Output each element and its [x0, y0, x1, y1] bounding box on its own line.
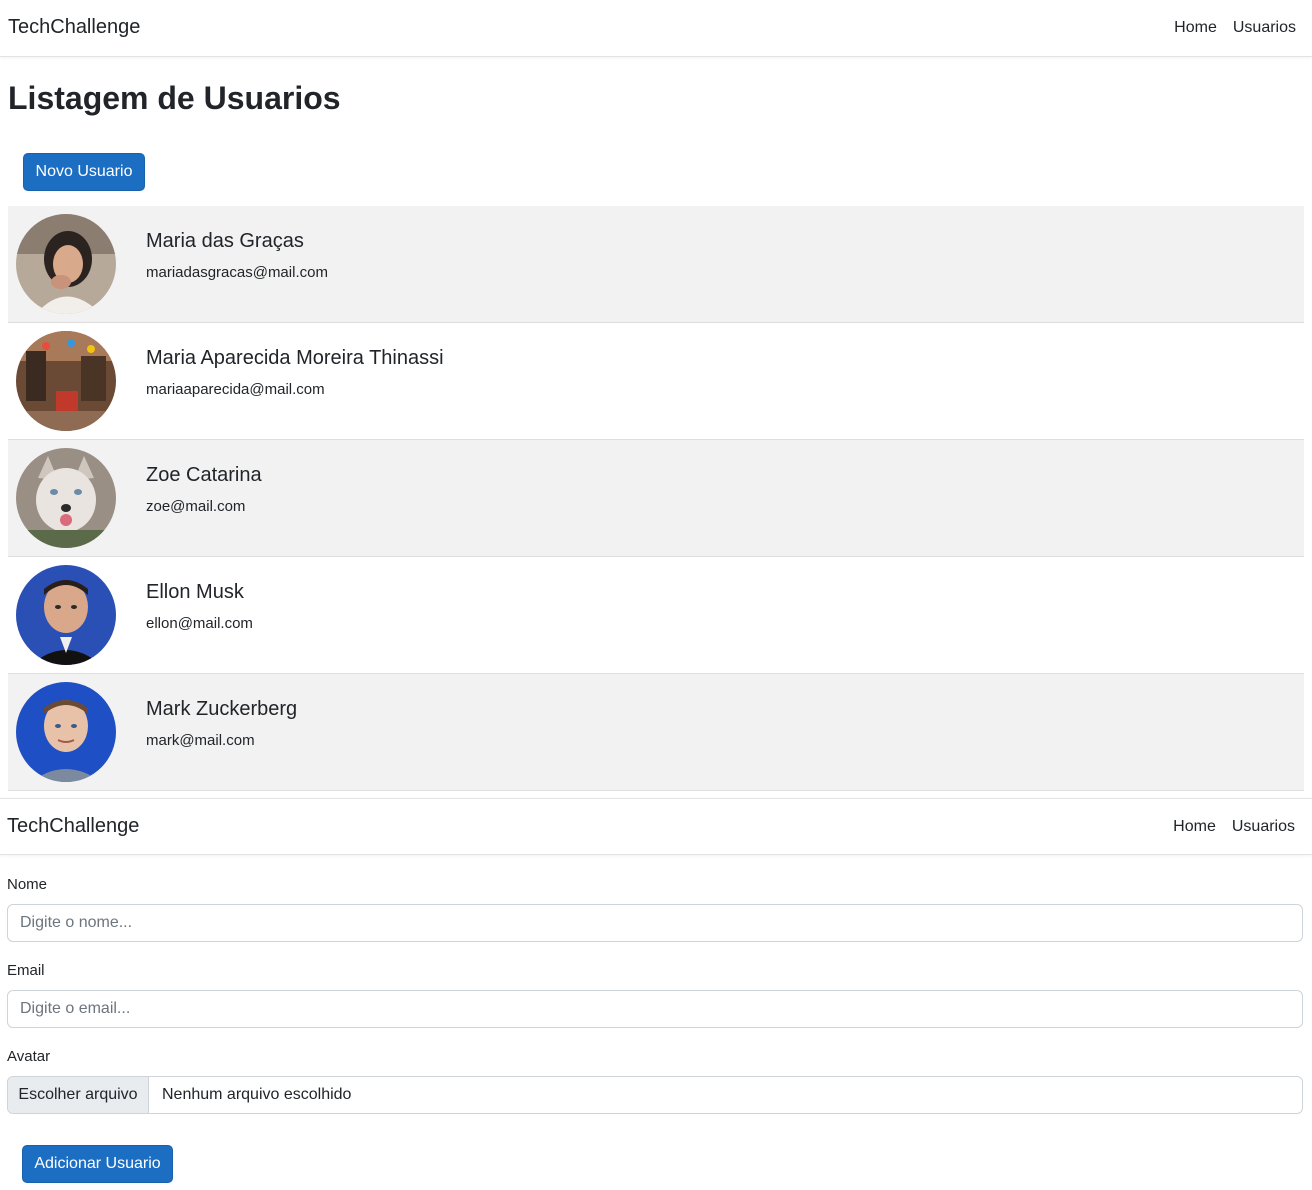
user-photo-icon — [16, 214, 116, 314]
avatar-label: Avatar — [7, 1048, 51, 1065]
nav-link-home[interactable]: Home — [1173, 818, 1216, 836]
list-item[interactable]: Maria Aparecida Moreira Thinassi mariaap… — [8, 323, 1304, 440]
avatar — [16, 331, 116, 431]
user-name: Ellon Musk — [146, 581, 244, 603]
avatar — [16, 214, 116, 314]
navbar-links: Home Usuarios — [1174, 19, 1296, 37]
user-name: Maria Aparecida Moreira Thinassi — [146, 347, 444, 369]
nav-link-usuarios[interactable]: Usuarios — [1232, 818, 1295, 836]
list-item[interactable]: Maria das Graças mariadasgracas@mail.com — [8, 206, 1304, 323]
list-item[interactable]: Mark Zuckerberg mark@mail.com — [8, 674, 1304, 791]
second-navbar: TechChallenge Home Usuarios — [0, 798, 1312, 855]
page-title: Listagem de Usuarios — [8, 80, 341, 116]
navbar-brand[interactable]: TechChallenge — [7, 815, 139, 838]
avatar — [16, 565, 116, 665]
add-user-button[interactable]: Adicionar Usuario — [22, 1145, 173, 1183]
user-name: Maria das Graças — [146, 230, 304, 252]
user-photo-icon — [16, 331, 116, 431]
user-photo-icon — [16, 682, 116, 782]
user-email: mariaaparecida@mail.com — [146, 381, 325, 398]
nome-label: Nome — [7, 876, 48, 893]
avatar-file-input[interactable]: Escolher arquivo Nenhum arquivo escolhid… — [7, 1076, 1303, 1114]
avatar — [16, 448, 116, 548]
user-name: Mark Zuckerberg — [146, 698, 298, 720]
user-list: Maria das Graças mariadasgracas@mail.com… — [8, 206, 1304, 791]
avatar — [16, 682, 116, 782]
user-name: Zoe Catarina — [146, 464, 262, 486]
user-email: ellon@mail.com — [146, 615, 253, 632]
user-photo-icon — [16, 565, 116, 665]
navbar-links: Home Usuarios — [1173, 818, 1295, 836]
top-navbar: TechChallenge Home Usuarios — [0, 0, 1312, 57]
user-email: mark@mail.com — [146, 732, 255, 749]
list-item[interactable]: Ellon Musk ellon@mail.com — [8, 557, 1304, 674]
user-email: mariadasgracas@mail.com — [146, 264, 328, 281]
email-label: Email — [7, 962, 45, 979]
new-user-button[interactable]: Novo Usuario — [23, 153, 145, 191]
nav-link-usuarios[interactable]: Usuarios — [1233, 19, 1296, 37]
nav-link-home[interactable]: Home — [1174, 19, 1217, 37]
user-photo-icon — [16, 448, 116, 548]
user-email: zoe@mail.com — [146, 498, 246, 515]
choose-file-button[interactable]: Escolher arquivo — [8, 1077, 149, 1113]
nome-input[interactable] — [7, 904, 1303, 942]
file-status: Nenhum arquivo escolhido — [162, 1086, 352, 1103]
email-input[interactable] — [7, 990, 1303, 1028]
list-item[interactable]: Zoe Catarina zoe@mail.com — [8, 440, 1304, 557]
navbar-brand[interactable]: TechChallenge — [8, 16, 140, 39]
